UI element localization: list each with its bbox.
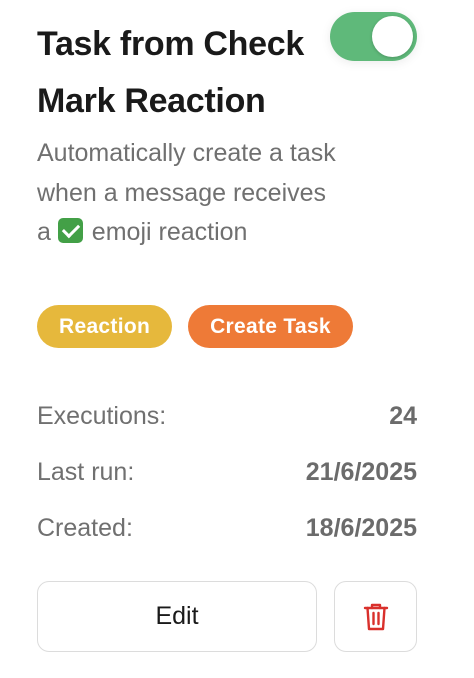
stats-list: Executions: 24 Last run: 21/6/2025 Creat… <box>37 396 417 564</box>
trigger-tag: Reaction <box>37 305 173 348</box>
edit-button[interactable]: Edit <box>37 581 317 652</box>
workflow-card: Task from Check Mark Reaction Automatica… <box>0 0 474 678</box>
trash-icon <box>363 603 388 630</box>
stat-label: Last run: <box>37 458 135 486</box>
stat-value: 21/6/2025 <box>305 458 417 486</box>
tag-list: Reaction Create Task <box>37 305 353 348</box>
stat-row-last-run: Last run: 21/6/2025 <box>37 452 417 508</box>
stat-value: 24 <box>389 402 417 430</box>
workflow-title: Task from Check Mark Reaction <box>37 25 304 120</box>
stat-value: 18/6/2025 <box>305 514 417 542</box>
card-actions: Edit <box>37 581 417 652</box>
stat-row-executions: Executions: 24 <box>37 396 417 452</box>
enabled-toggle[interactable] <box>330 12 417 61</box>
check-mark-emoji-icon <box>57 218 83 243</box>
toggle-knob <box>372 16 413 57</box>
description-text-end: emoji reaction <box>84 218 248 246</box>
stat-label: Created: <box>37 514 133 542</box>
workflow-description: Automatically create a task when a messa… <box>37 134 337 253</box>
action-tag: Create Task <box>188 305 353 348</box>
delete-button[interactable] <box>334 581 417 652</box>
stat-row-created: Created: 18/6/2025 <box>37 508 417 564</box>
stat-label: Executions: <box>37 402 167 430</box>
